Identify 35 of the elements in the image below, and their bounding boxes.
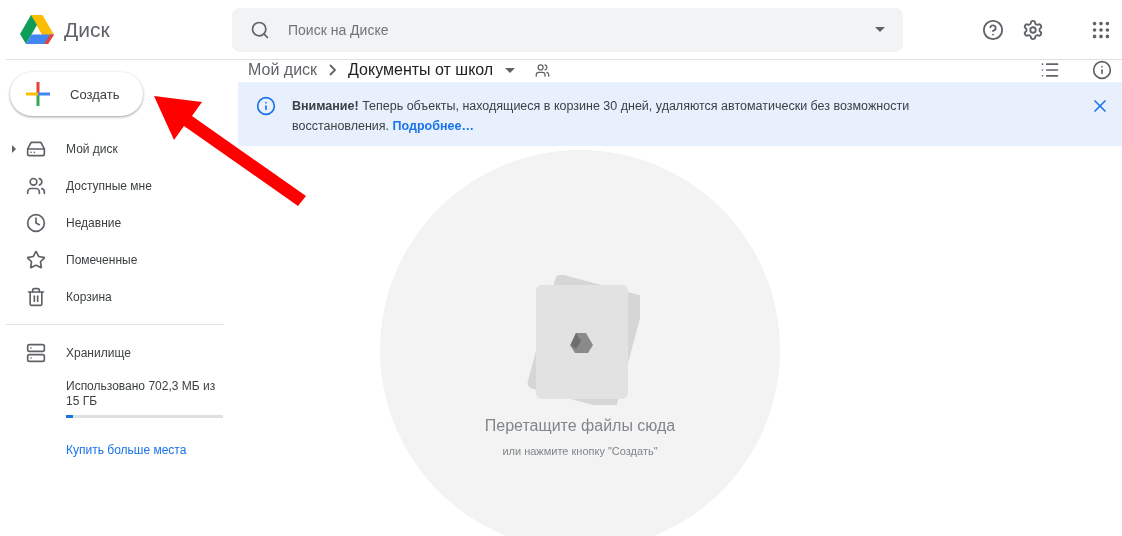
storage-icon xyxy=(26,342,46,363)
info-button[interactable] xyxy=(1092,60,1112,80)
sidebar-item[interactable]: Мой диск xyxy=(0,130,118,167)
info-icon xyxy=(256,96,276,116)
buy-storage-link[interactable]: Купить больше места xyxy=(66,443,187,457)
empty-state-subtitle: или нажмите кнопку "Создать" xyxy=(502,445,658,457)
create-button[interactable]: Создать xyxy=(10,72,143,116)
storage-item[interactable]: Хранилище xyxy=(0,334,224,371)
app-title: Диск xyxy=(64,17,110,42)
settings-button[interactable] xyxy=(1022,18,1044,41)
breadcrumb-link[interactable]: Мой диск xyxy=(248,61,318,79)
search-input[interactable]: Поиск на Диске xyxy=(286,20,859,39)
plus-icon xyxy=(26,82,50,106)
sidebar-item[interactable]: Доступные мне xyxy=(0,167,152,204)
clock-icon xyxy=(26,212,46,233)
empty-state-title: Перетащите файлы сюда xyxy=(484,417,676,435)
people-icon xyxy=(26,175,46,196)
notice-text: Внимание! Теперь объекты, находящиеся в корзине 30 дней, удаляются автоматически без возможности восстановления. Подробнее… xyxy=(292,98,911,135)
search-icon xyxy=(250,19,270,40)
chevron-right-icon xyxy=(329,64,337,76)
star-icon xyxy=(26,249,46,270)
shared-people-icon xyxy=(535,62,551,78)
trash-icon xyxy=(26,286,46,307)
sidebar-item[interactable]: Помеченные xyxy=(0,241,138,278)
list-view-button[interactable] xyxy=(1040,60,1060,80)
drive-logo-icon xyxy=(20,14,54,45)
more-link[interactable]: Подробнее… xyxy=(392,119,474,133)
caret-icon[interactable] xyxy=(505,67,516,73)
breadcrumb-link[interactable]: Документы от школ xyxy=(348,61,494,79)
sidebar-item[interactable]: Недавние xyxy=(0,204,122,241)
sidebar-item[interactable]: Корзина xyxy=(0,278,112,315)
search-field[interactable]: Поиск на Диске xyxy=(232,7,903,52)
help-button[interactable] xyxy=(982,18,1004,41)
caret-icon xyxy=(875,27,885,32)
storage-usage-text: Использовано 702,3 МБ из 15 ГБ xyxy=(66,379,217,409)
